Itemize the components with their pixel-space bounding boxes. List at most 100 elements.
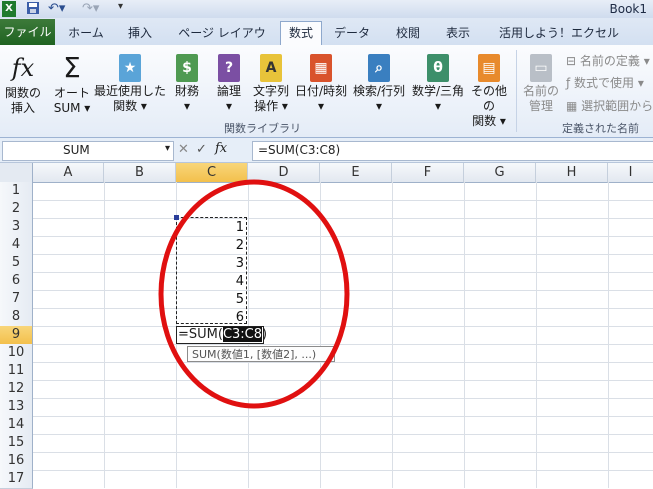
gridline xyxy=(33,398,653,399)
gridline xyxy=(33,380,653,381)
use-in-formula-button[interactable]: ƒ 数式で使用 ▾ xyxy=(566,74,644,91)
gridline xyxy=(33,416,653,417)
column-header[interactable]: A xyxy=(33,163,104,183)
gridline xyxy=(33,290,653,291)
math-trig-button[interactable]: θ 数学/三角 ▾ xyxy=(410,52,466,114)
gridline xyxy=(33,200,653,201)
row-header[interactable]: 17 xyxy=(0,470,33,489)
tab-addin[interactable]: 活用しよう！エクセル xyxy=(494,22,624,44)
column-header[interactable]: F xyxy=(392,163,464,183)
row-header[interactable]: 7 xyxy=(0,290,33,309)
name-box[interactable]: SUM ▾ xyxy=(2,141,174,161)
autosum-button[interactable]: Σ オート SUM ▾ xyxy=(50,52,94,116)
logical-book-icon: ? xyxy=(218,54,240,82)
window-title: Book1 xyxy=(609,2,648,16)
gridline xyxy=(104,182,105,488)
enter-icon[interactable]: ✓ xyxy=(196,142,207,157)
tab-review[interactable]: 校閲 xyxy=(386,22,430,44)
tab-home[interactable]: ホーム xyxy=(64,22,108,44)
define-name-button[interactable]: ⊟ 名前の定義 ▾ xyxy=(566,52,650,69)
row-header[interactable]: 13 xyxy=(0,398,33,417)
gridline xyxy=(33,254,653,255)
column-header[interactable]: C xyxy=(176,163,248,183)
row-header[interactable]: 10 xyxy=(0,344,33,363)
row-header[interactable]: 4 xyxy=(0,236,33,255)
create-from-selection-button[interactable]: ▦ 選択範囲から xyxy=(566,97,653,114)
function-library-label: 関数ライブラリ xyxy=(224,122,301,135)
gridline xyxy=(33,236,653,237)
financial-button[interactable]: $ 財務 ▾ xyxy=(168,52,206,114)
books-stack-icon: ▤ xyxy=(478,54,500,82)
tab-formulas[interactable]: 数式 xyxy=(280,21,322,45)
grid-small-icon: ▦ xyxy=(566,99,582,113)
function-tooltip[interactable]: SUM(数値1, [数値2], ...) xyxy=(187,346,335,362)
fx-small-icon: ƒ xyxy=(566,76,575,90)
gridline xyxy=(33,308,653,309)
tab-insert[interactable]: 挿入 xyxy=(118,22,162,44)
cell-c9-editor[interactable]: =SUM(C3:C8) xyxy=(176,326,267,344)
insert-function-icon[interactable]: fx xyxy=(215,141,227,156)
gridline xyxy=(33,272,653,273)
row-header[interactable]: 5 xyxy=(0,254,33,273)
quick-access-dropdown-icon[interactable]: ▾ xyxy=(118,1,128,17)
row-header[interactable]: 6 xyxy=(0,272,33,291)
tag-icon: ⊟ xyxy=(566,54,580,68)
row-header[interactable]: 12 xyxy=(0,380,33,399)
logical-button[interactable]: ? 論理 ▾ xyxy=(210,52,248,114)
name-manager-button[interactable]: ▭ 名前の 管理 xyxy=(520,52,562,114)
gridline xyxy=(33,470,653,471)
cancel-icon[interactable]: ✕ xyxy=(178,142,189,157)
undo-icon[interactable]: ↶▾ xyxy=(48,1,66,17)
excel-logo-icon: X xyxy=(2,1,16,17)
title-bar: X ↶▾ ↷▾ ▾ Book1 xyxy=(0,0,653,18)
more-functions-button[interactable]: ▤ その他の 関数 ▾ xyxy=(466,52,512,129)
column-header[interactable]: G xyxy=(464,163,536,183)
row-header[interactable]: 15 xyxy=(0,434,33,453)
gridline xyxy=(33,344,653,345)
row-header[interactable]: 1 xyxy=(0,182,33,201)
column-header[interactable]: E xyxy=(320,163,392,183)
select-all-corner[interactable] xyxy=(0,163,33,183)
gridline xyxy=(320,182,321,488)
row-header[interactable]: 11 xyxy=(0,362,33,381)
row-header[interactable]: 9 xyxy=(0,326,33,345)
range-handle[interactable] xyxy=(174,215,179,220)
recent-functions-button[interactable]: ★ 最近使用した 関数 ▾ xyxy=(94,52,166,114)
range-selection-marquee xyxy=(176,217,247,324)
chevron-down-icon[interactable]: ▾ xyxy=(165,143,170,154)
row-header[interactable]: 2 xyxy=(0,200,33,219)
gridline xyxy=(33,326,653,327)
gridline xyxy=(33,362,653,363)
column-header[interactable]: B xyxy=(104,163,176,183)
column-header[interactable]: I xyxy=(608,163,653,183)
row-header[interactable]: 8 xyxy=(0,308,33,327)
formula-input[interactable]: =SUM(C3:C8) xyxy=(252,141,653,161)
magnifier-book-icon: ⌕ xyxy=(368,54,390,82)
gridline xyxy=(392,182,393,488)
insert-function-button[interactable]: fx 関数の 挿入 xyxy=(2,52,44,116)
text-functions-button[interactable]: A 文字列 操作 ▾ xyxy=(250,52,292,114)
gridline xyxy=(536,182,537,488)
tab-page-layout[interactable]: ページ レイアウト xyxy=(174,22,270,62)
save-icon[interactable] xyxy=(26,1,40,17)
row-header[interactable]: 16 xyxy=(0,452,33,471)
lookup-button[interactable]: ⌕ 検索/行列 ▾ xyxy=(350,52,408,114)
row-header[interactable]: 14 xyxy=(0,416,33,435)
sigma-icon: Σ xyxy=(63,51,81,84)
defined-names-label: 定義された名前 xyxy=(562,122,639,135)
fx-icon: fx xyxy=(11,54,35,82)
redo-icon[interactable]: ↷▾ xyxy=(82,1,100,17)
datetime-button[interactable]: ▦ 日付/時刻 ▾ xyxy=(294,52,348,114)
tab-view[interactable]: 表示 xyxy=(436,22,480,44)
gridline xyxy=(608,182,609,488)
tab-data[interactable]: データ xyxy=(330,22,374,44)
gridline xyxy=(33,434,653,435)
column-header[interactable]: H xyxy=(536,163,608,183)
name-manager-icon: ▭ xyxy=(530,54,552,82)
row-header[interactable]: 3 xyxy=(0,218,33,237)
selected-range-ref: C3:C8 xyxy=(222,327,263,342)
tab-file[interactable]: ファイル xyxy=(0,19,55,45)
gridline xyxy=(33,452,653,453)
calendar-book-icon: ▦ xyxy=(310,54,332,82)
column-header[interactable]: D xyxy=(248,163,320,183)
